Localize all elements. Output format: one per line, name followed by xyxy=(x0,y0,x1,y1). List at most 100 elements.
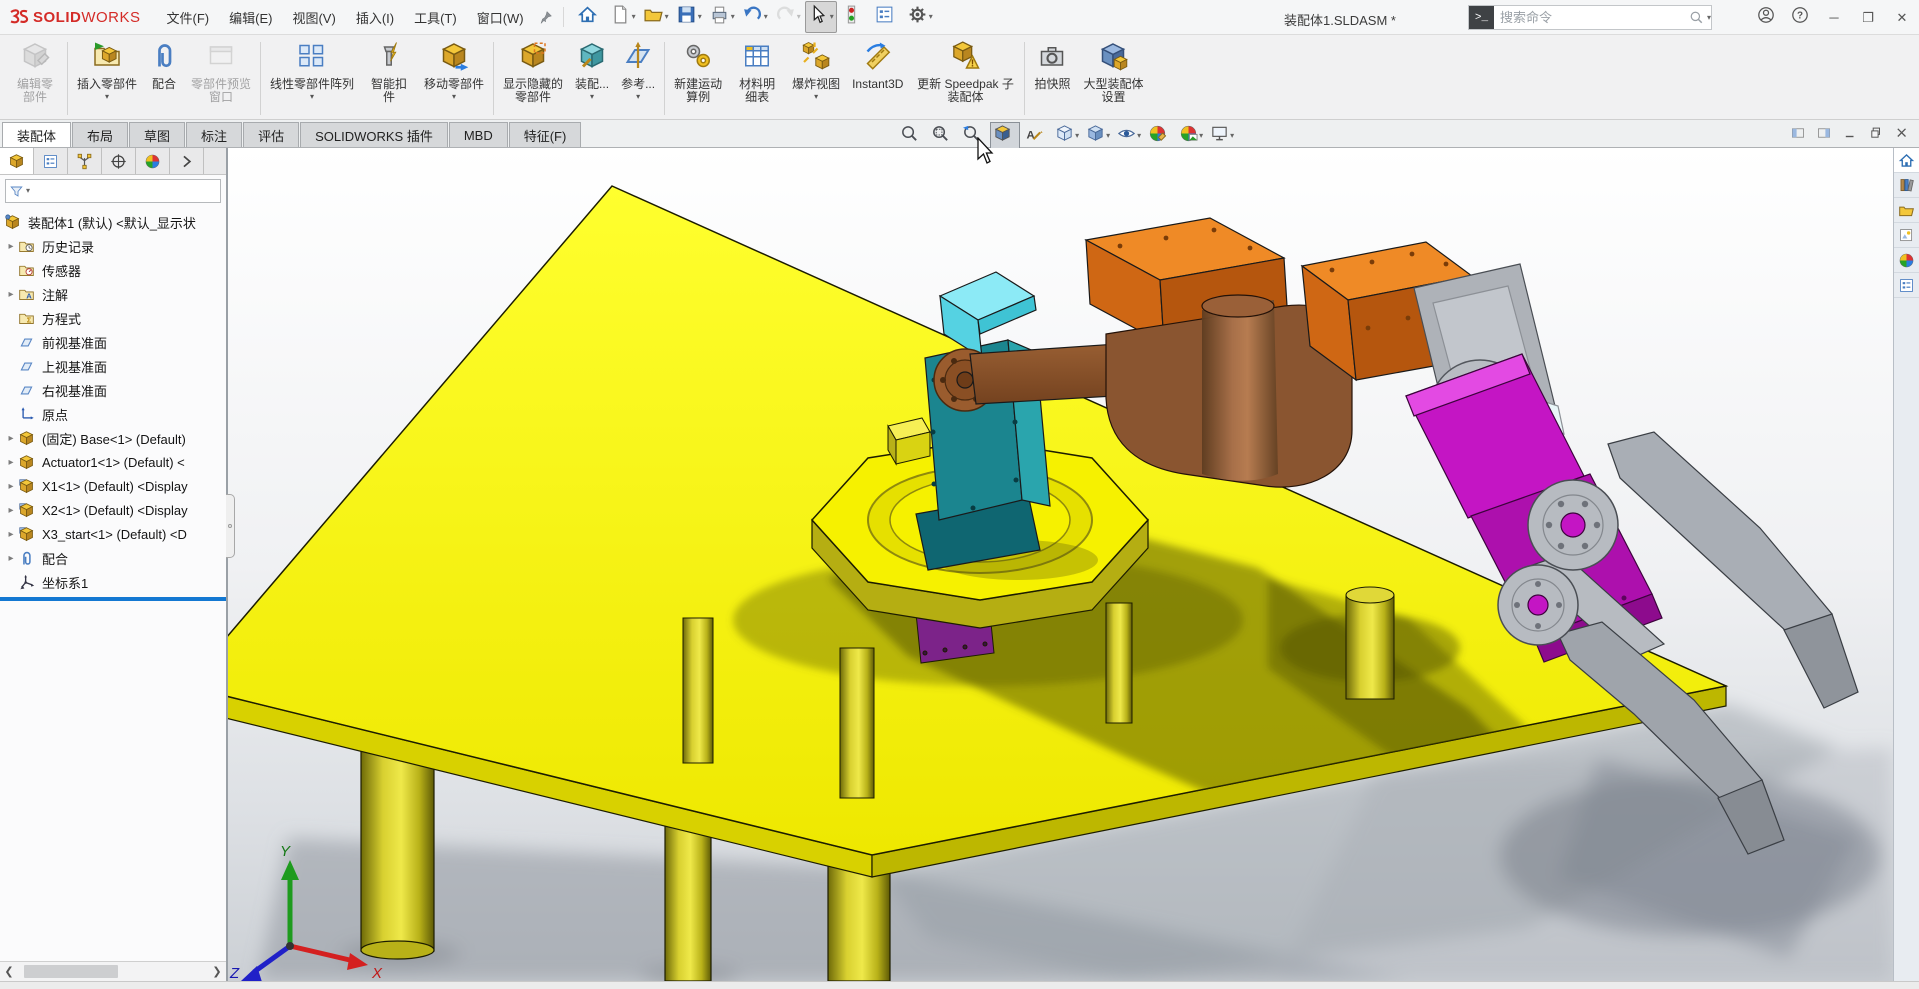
yellow-peg[interactable] xyxy=(1346,587,1394,699)
window-minimize-button[interactable]: ─ xyxy=(1825,10,1843,25)
tree-item[interactable]: ▸ X1<1> (Default) <Display xyxy=(4,474,226,498)
tab-assembly[interactable]: 装配体 xyxy=(2,122,71,147)
dropdown-caret[interactable]: ▾ xyxy=(929,13,933,21)
taskpane-home-tab[interactable] xyxy=(1894,148,1919,173)
tree-item[interactable]: ▸ Σ 方程式 xyxy=(4,306,226,330)
filter-dropdown-caret[interactable]: ▾ xyxy=(26,187,30,195)
panel-horizontal-scrollbar[interactable]: ❮ ❯ xyxy=(0,961,226,981)
save-button[interactable]: ▾ xyxy=(673,1,705,33)
filter-funnel-icon[interactable] xyxy=(9,184,24,199)
menu-item[interactable]: 插入(I) xyxy=(346,4,404,31)
update-speedpak-button[interactable]: ! 更新 Speedpak 子装配体 ▾ xyxy=(909,38,1021,119)
doc-restore-button[interactable] xyxy=(1869,126,1883,145)
tree-item[interactable]: ▸ 历史记录 xyxy=(4,234,226,258)
expand-arrow[interactable]: ▸ xyxy=(4,505,18,516)
dropdown-caret[interactable]: ▾ xyxy=(590,92,594,101)
file-properties-button[interactable]: ▾ xyxy=(871,1,903,33)
tree-item[interactable]: ▸ 原点 xyxy=(4,402,226,426)
featuremanager-tab[interactable] xyxy=(0,148,34,174)
dropdown-caret[interactable]: ▾ xyxy=(1075,132,1079,140)
dropdown-caret[interactable]: ▾ xyxy=(1137,132,1141,140)
menu-item[interactable]: 工具(T) xyxy=(404,4,467,31)
configurationmanager-tab[interactable] xyxy=(68,148,102,174)
expand-arrow[interactable]: ▸ xyxy=(4,529,18,540)
doc-close-button[interactable] xyxy=(1895,126,1909,145)
new-document-button[interactable]: ▾ xyxy=(607,1,639,33)
edit-component-button[interactable]: 编辑零部件 ▾ xyxy=(6,38,64,119)
dropdown-caret[interactable]: ▾ xyxy=(452,92,456,101)
dropdown-caret[interactable]: ▾ xyxy=(698,13,702,21)
linear-component-pattern-button[interactable]: 线性零部件阵列 ▾ xyxy=(264,38,360,119)
tree-item[interactable]: ▸ A 注解 xyxy=(4,282,226,306)
take-snapshot-button[interactable]: 拍快照 ▾ xyxy=(1028,38,1076,119)
menu-item[interactable]: 视图(V) xyxy=(282,4,345,31)
dropdown-caret[interactable]: ▾ xyxy=(105,92,109,101)
undo-button[interactable]: ▾ xyxy=(739,1,771,33)
search-input[interactable] xyxy=(1494,10,1687,25)
mate-button[interactable]: 配合 ▾ xyxy=(143,38,185,119)
tree-item[interactable]: ▸ 右视基准面 xyxy=(4,378,226,402)
dropdown-caret[interactable]: ▾ xyxy=(636,92,640,101)
dropdown-caret[interactable]: ▾ xyxy=(797,13,801,21)
tab-markup[interactable]: 标注 xyxy=(186,122,242,147)
edit-appearance-button[interactable]: ▾ xyxy=(1145,122,1175,150)
display-style-button[interactable]: ▾ xyxy=(1083,122,1113,150)
dimxpertmanager-tab[interactable] xyxy=(102,148,136,174)
pin-menu-icon[interactable] xyxy=(538,10,553,25)
dropdown-caret[interactable]: ▾ xyxy=(1199,132,1203,140)
section-view-button[interactable]: ▾ xyxy=(990,122,1020,150)
print-button[interactable]: ▾ xyxy=(706,1,738,33)
dropdown-caret[interactable]: ▾ xyxy=(310,92,314,101)
component-preview-window-button[interactable]: 零部件预览窗口 ▾ xyxy=(185,38,257,119)
tab-features[interactable]: 特征(F) xyxy=(509,122,582,147)
previous-view-button[interactable]: ▾ xyxy=(959,122,989,150)
tree-item[interactable]: ▸ X3_start<1> (Default) <D xyxy=(4,522,226,546)
dropdown-caret[interactable]: ▾ xyxy=(665,13,669,21)
search-dropdown-caret[interactable]: ▾ xyxy=(1707,14,1711,22)
tree-item[interactable]: ▸ Actuator1<1> (Default) < xyxy=(4,450,226,474)
tab-layout[interactable]: 布局 xyxy=(72,122,128,147)
hide-show-items-button[interactable]: ▾ xyxy=(1114,122,1144,150)
expand-arrow[interactable]: ▸ xyxy=(4,433,18,444)
tab-sketch[interactable]: 草图 xyxy=(129,122,185,147)
dropdown-caret[interactable]: ▾ xyxy=(1106,132,1110,140)
expand-arrow[interactable]: ▸ xyxy=(4,289,18,300)
zoom-to-area-button[interactable]: ▾ xyxy=(928,122,958,150)
small-part-box[interactable] xyxy=(888,418,930,464)
smart-fasteners-button[interactable]: 智能扣件 ▾ xyxy=(360,38,418,119)
design-library-tab[interactable] xyxy=(1894,173,1919,198)
tree-item[interactable]: ▸ 上视基准面 xyxy=(4,354,226,378)
account-icon[interactable] xyxy=(1757,6,1775,29)
dropdown-caret[interactable]: ▾ xyxy=(731,13,735,21)
3d-scene[interactable]: Y X Z xyxy=(228,148,1893,981)
expand-tabs-button[interactable] xyxy=(170,148,204,174)
new-motion-study-button[interactable]: 新建运动算例 ▾ xyxy=(668,38,728,119)
tree-item[interactable]: ▸ 配合 xyxy=(4,546,226,570)
apply-scene-button[interactable]: ▾ xyxy=(1176,122,1206,150)
collapse-right-pane-button[interactable] xyxy=(1817,126,1831,145)
rebuild-button[interactable]: ▾ xyxy=(838,1,870,33)
reference-geometry-button[interactable]: 参考... ▾ xyxy=(615,38,661,119)
redo-button[interactable]: ▾ xyxy=(772,1,804,33)
scrollbar-thumb[interactable] xyxy=(24,965,118,978)
tab-addins[interactable]: SOLIDWORKS 插件 xyxy=(300,122,448,147)
exploded-view-button[interactable]: 爆炸视图 ▾ xyxy=(786,38,846,119)
expand-arrow[interactable]: ▸ xyxy=(4,241,18,252)
options-button[interactable]: ▾ xyxy=(904,1,936,33)
tree-item[interactable]: ▸ 装配体1 (默认) <默认_显示状 xyxy=(4,210,226,234)
assembly-features-button[interactable]: 装配... ▾ xyxy=(569,38,615,119)
view-palette-tab[interactable] xyxy=(1894,223,1919,248)
menu-item[interactable]: 编辑(E) xyxy=(219,4,282,31)
tree-item[interactable]: ▸ 坐标系1 xyxy=(4,570,226,594)
dropdown-caret[interactable]: ▾ xyxy=(1230,132,1234,140)
appearances-tab[interactable] xyxy=(1894,248,1919,273)
help-icon[interactable]: ? xyxy=(1791,6,1809,29)
view-orientation-button[interactable]: ▾ xyxy=(1052,122,1082,150)
graphics-viewport[interactable]: Y X Z xyxy=(228,148,1893,981)
tree-item[interactable]: ▸ 前视基准面 xyxy=(4,330,226,354)
expand-arrow[interactable]: ▸ xyxy=(4,457,18,468)
dropdown-caret[interactable]: ▾ xyxy=(814,92,818,101)
scroll-left-arrow[interactable]: ❮ xyxy=(0,963,18,981)
collapse-left-pane-button[interactable] xyxy=(1791,126,1805,145)
window-close-button[interactable]: ✕ xyxy=(1893,10,1911,26)
